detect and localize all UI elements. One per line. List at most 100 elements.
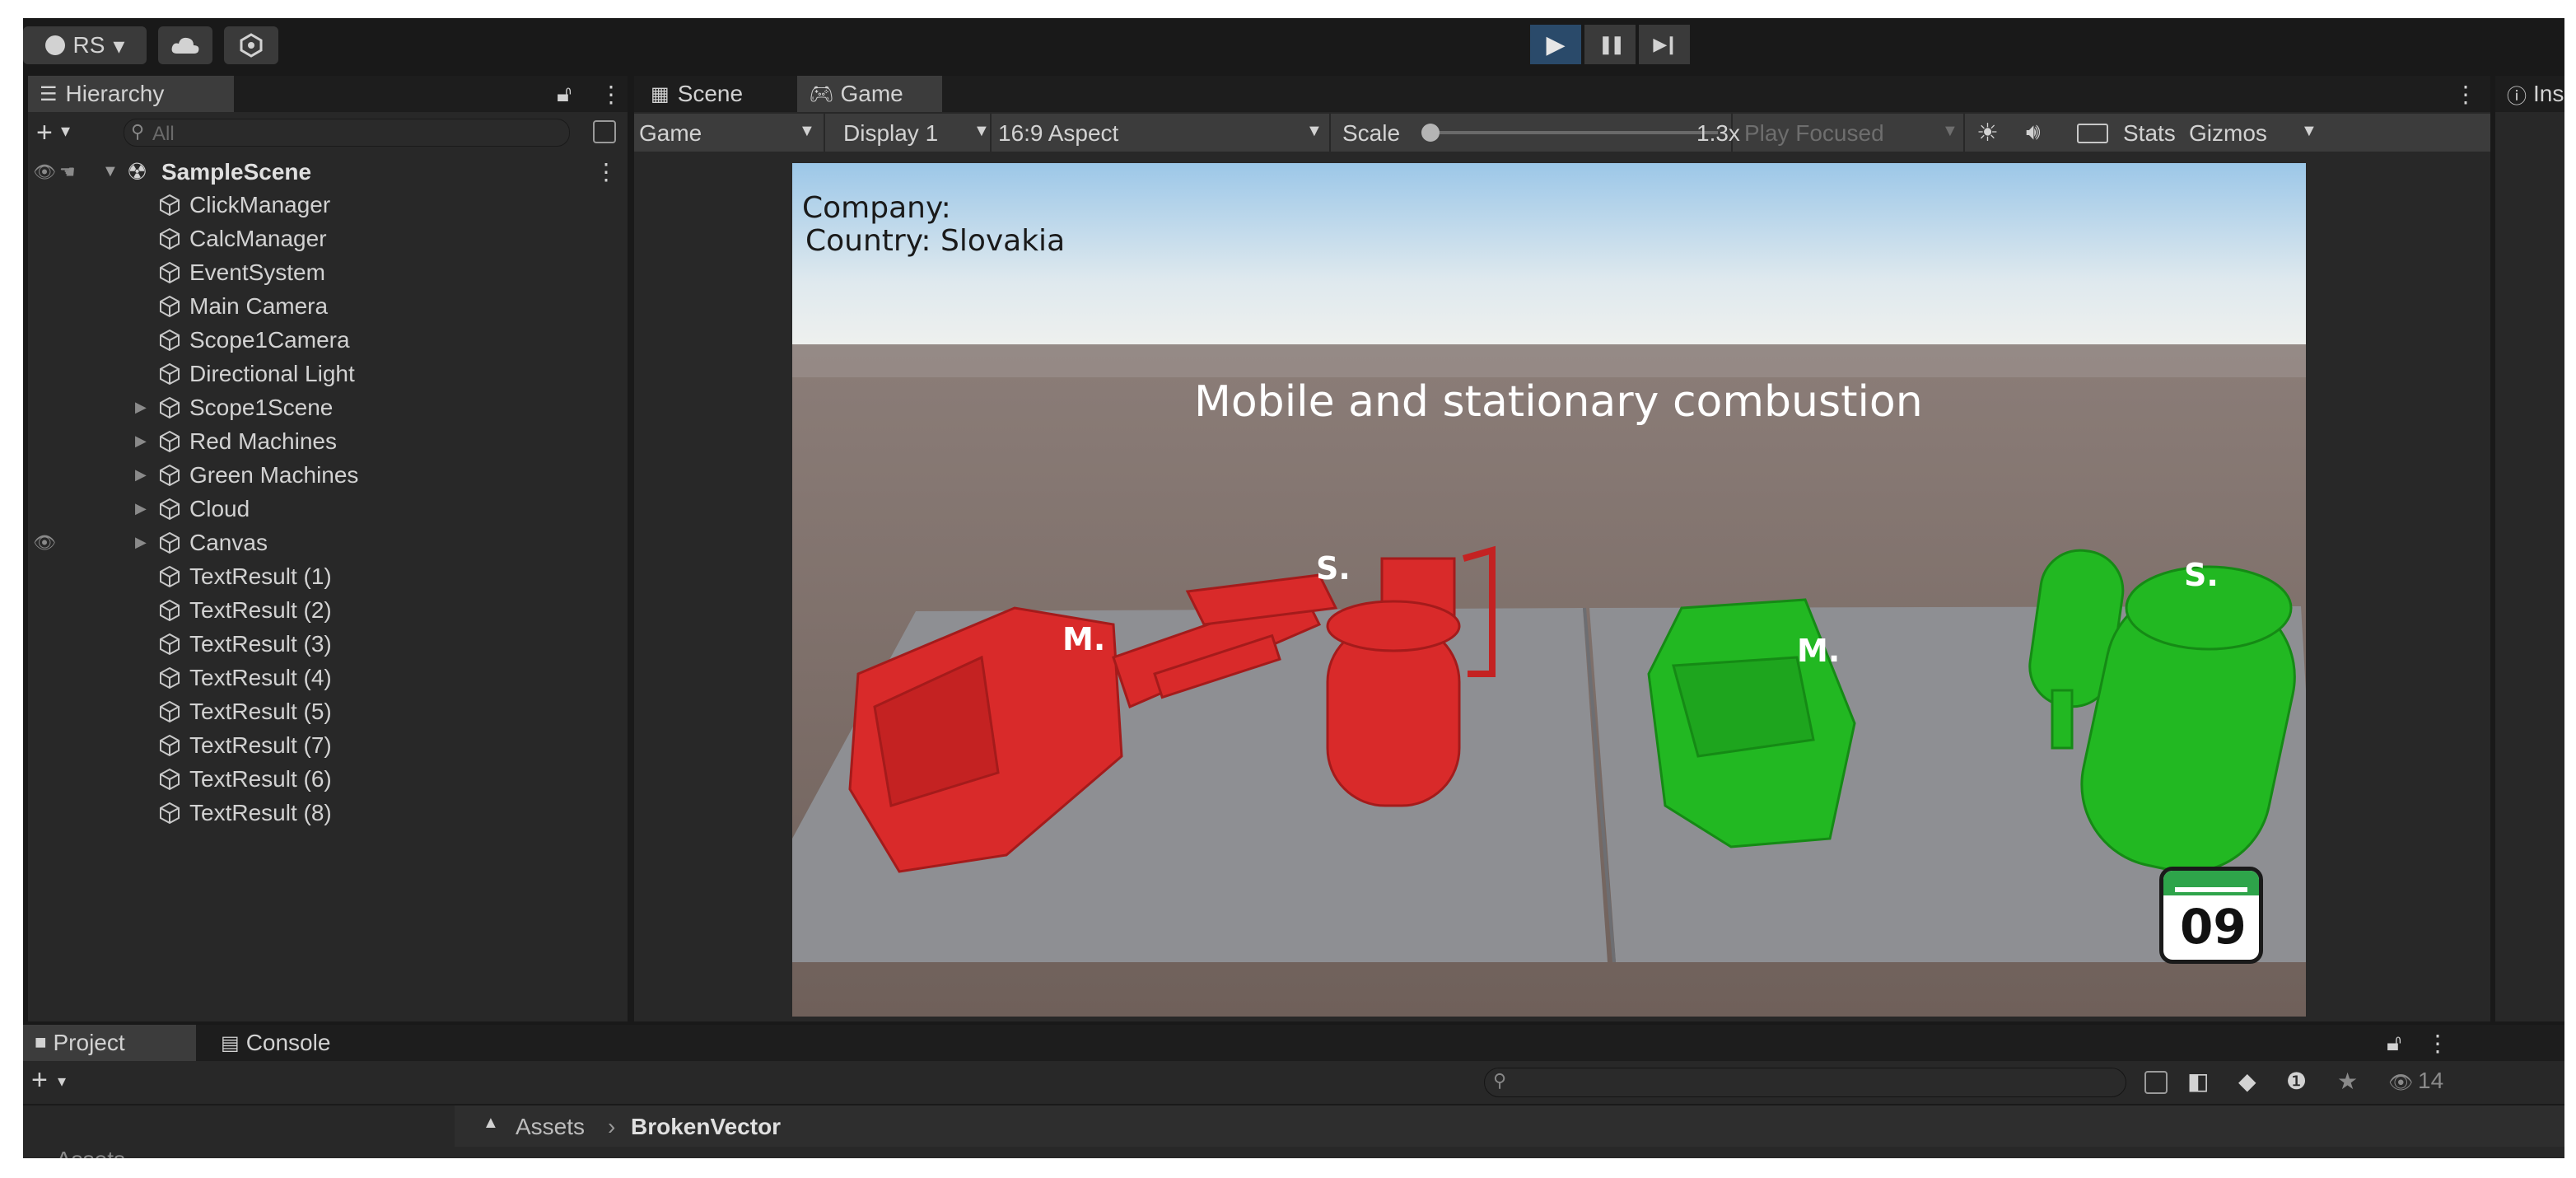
more-icon[interactable]: ⋮ bbox=[2454, 81, 2477, 108]
unity-editor-window: RS ▾ ▶ ❚❚ ▶❙ ☰ Hierarchy 🔓︎ ⋮ + ▾ ⚲ All … bbox=[23, 18, 2564, 1158]
display-dropdown[interactable]: Display 1 ▼ bbox=[827, 114, 992, 152]
chevron-down-icon[interactable]: ▾ bbox=[61, 120, 70, 142]
gizmos-button[interactable]: Gizmos bbox=[2189, 120, 2267, 147]
warning-icon[interactable]: ❶ bbox=[2286, 1068, 2307, 1095]
hierarchy-item[interactable]: CalcManager bbox=[28, 222, 628, 255]
account-button[interactable]: RS ▾ bbox=[23, 26, 147, 64]
hierarchy-item-label: TextResult (5) bbox=[189, 698, 332, 724]
scale-slider-track[interactable] bbox=[1430, 131, 1718, 134]
tab-project[interactable]: ■ Project bbox=[23, 1025, 196, 1061]
hand-icon[interactable]: ☚ bbox=[59, 161, 76, 183]
filter-type-icon[interactable]: ◧ bbox=[2187, 1068, 2209, 1095]
pause-button[interactable]: ❚❚ bbox=[1584, 25, 1636, 64]
calendar-icon[interactable]: 09 bbox=[2159, 867, 2263, 964]
mute-audio-icon[interactable]: 🔊︎ bbox=[2026, 119, 2041, 146]
expand-arrow-icon[interactable]: ▶ bbox=[135, 534, 147, 551]
tab-scene-label: Scene bbox=[677, 81, 744, 106]
breadcrumb-assets[interactable]: Assets bbox=[516, 1114, 585, 1140]
tab-scene[interactable]: ▦ Scene bbox=[639, 76, 792, 112]
expand-arrow-icon[interactable]: ▼ bbox=[102, 162, 119, 181]
breadcrumb-brokenvector[interactable]: BrokenVector bbox=[631, 1114, 781, 1140]
bug-icon[interactable]: ☀︎ bbox=[1976, 119, 1999, 147]
keyboard-icon[interactable] bbox=[2077, 124, 2108, 143]
lock-icon[interactable]: 🔓︎ bbox=[2387, 1030, 2401, 1057]
game-viewport[interactable]: Company: Country: Slovakia Mobile and st… bbox=[792, 163, 2306, 1017]
gizmos-dropdown-icon[interactable]: ▼ bbox=[2301, 122, 2317, 141]
hierarchy-item[interactable]: TextResult (1) bbox=[28, 559, 628, 593]
hierarchy-item[interactable]: Directional Light bbox=[28, 357, 628, 390]
view-mode-dropdown[interactable]: Game ▼ bbox=[634, 114, 825, 152]
hierarchy-item[interactable]: ▶ Green Machines bbox=[28, 458, 628, 492]
hidden-eye-icon[interactable]: 👁︎ bbox=[2388, 1071, 2413, 1095]
expand-arrow-icon[interactable]: ▶ bbox=[135, 466, 147, 484]
add-button[interactable]: + bbox=[36, 117, 53, 149]
hierarchy-item[interactable]: TextResult (6) bbox=[28, 762, 628, 796]
tab-console[interactable]: ▤ Console bbox=[209, 1025, 382, 1061]
hierarchy-item-label: Scope1Camera bbox=[189, 326, 350, 353]
hierarchy-item-label: Main Camera bbox=[189, 292, 329, 319]
search-options-icon[interactable] bbox=[593, 120, 616, 143]
search-options-icon[interactable] bbox=[2144, 1071, 2168, 1094]
search-input[interactable]: ⚲ All bbox=[124, 119, 570, 147]
hierarchy-item[interactable]: TextResult (2) bbox=[28, 593, 628, 627]
hierarchy-item[interactable]: ▶ Cloud bbox=[28, 492, 628, 526]
hierarchy-item[interactable]: EventSystem bbox=[28, 255, 628, 289]
search-icon: ⚲ bbox=[131, 121, 145, 142]
green-stationary-label: S. bbox=[2184, 557, 2219, 593]
hierarchy-item[interactable]: ▶ Red Machines bbox=[28, 424, 628, 458]
scale-slider-handle[interactable] bbox=[1421, 124, 1440, 142]
hierarchy-item-label: Red Machines bbox=[189, 428, 337, 454]
step-button[interactable]: ▶❙ bbox=[1639, 25, 1690, 64]
expand-arrow-icon[interactable]: ▶ bbox=[135, 500, 147, 517]
info-icon: ⓘ bbox=[2507, 85, 2527, 108]
play-mode-dropdown[interactable]: Play Focused ▼ bbox=[1734, 114, 1965, 152]
collab-button[interactable] bbox=[224, 26, 278, 64]
hierarchy-item-label: Green Machines bbox=[189, 461, 359, 488]
hierarchy-item[interactable]: TextResult (5) bbox=[28, 694, 628, 728]
scene-menu-icon[interactable]: ⋮ bbox=[595, 158, 618, 185]
hierarchy-item[interactable]: TextResult (8) bbox=[28, 796, 628, 830]
more-icon[interactable]: ⋮ bbox=[2426, 1030, 2449, 1057]
hierarchy-item[interactable]: Main Camera bbox=[28, 289, 628, 323]
hierarchy-item[interactable]: TextResult (7) bbox=[28, 728, 628, 762]
gameobject-cube-icon bbox=[158, 498, 181, 521]
hierarchy-item[interactable]: ▶ 👁︎ Canvas bbox=[28, 526, 628, 559]
hierarchy-item-label: TextResult (6) bbox=[189, 765, 332, 792]
lock-icon[interactable]: 🔓︎ bbox=[557, 81, 572, 108]
gameobject-cube-icon bbox=[158, 666, 181, 690]
hierarchy-item[interactable]: Scope1Camera bbox=[28, 323, 628, 357]
chevron-down-icon[interactable]: ▾ bbox=[58, 1071, 66, 1092]
expand-arrow-icon[interactable]: ▶ bbox=[135, 432, 147, 450]
play-button[interactable]: ▶ bbox=[1530, 25, 1581, 64]
hierarchy-item-label: EventSystem bbox=[189, 259, 325, 285]
add-button[interactable]: + bbox=[31, 1064, 48, 1096]
hierarchy-item[interactable]: TextResult (4) bbox=[28, 661, 628, 694]
stats-button[interactable]: Stats bbox=[2123, 120, 2176, 147]
aspect-dropdown[interactable]: 16:9 Aspect ▼ bbox=[993, 114, 1331, 152]
hierarchy-item[interactable]: ClickManager bbox=[28, 188, 628, 222]
more-icon[interactable]: ⋮ bbox=[600, 81, 623, 108]
breadcrumb-up-icon[interactable]: ▲ bbox=[483, 1114, 499, 1133]
expand-arrow-icon[interactable]: ▶ bbox=[135, 399, 147, 416]
eye-icon[interactable]: 👁︎ bbox=[33, 532, 56, 554]
eye-icon[interactable]: 👁︎ bbox=[33, 161, 56, 183]
project-search-input[interactable]: ⚲ bbox=[1484, 1068, 2126, 1097]
hierarchy-item[interactable]: ▶ Scope1Scene bbox=[28, 390, 628, 424]
hierarchy-item[interactable]: TextResult (3) bbox=[28, 627, 628, 661]
gameobject-cube-icon bbox=[158, 599, 181, 622]
tab-hierarchy[interactable]: ☰ Hierarchy bbox=[28, 76, 234, 112]
cloud-button[interactable] bbox=[158, 26, 212, 64]
tab-game[interactable]: 🎮︎ Game bbox=[797, 76, 942, 112]
project-tree-root[interactable]: Assets bbox=[56, 1147, 125, 1158]
tab-project-label: Project bbox=[53, 1030, 125, 1055]
tab-inspector[interactable]: ⓘ Insp bbox=[2495, 76, 2564, 112]
label-tag-icon[interactable]: ◆ bbox=[2238, 1068, 2256, 1095]
hierarchy-panel: ☰ Hierarchy 🔓︎ ⋮ + ▾ ⚲ All 👁︎ ☚ ▼ ☢ Samp… bbox=[28, 76, 628, 1021]
pause-icon: ❚❚ bbox=[1598, 34, 1626, 54]
search-icon: ⚲ bbox=[1493, 1070, 1507, 1091]
favorite-star-icon[interactable]: ★ bbox=[2337, 1068, 2358, 1095]
hierarchy-item-label: TextResult (7) bbox=[189, 732, 332, 758]
hierarchy-item-label: ClickManager bbox=[189, 191, 331, 217]
hierarchy-item-label: Directional Light bbox=[189, 360, 355, 386]
scene-row[interactable]: 👁︎ ☚ ▼ ☢ SampleScene ⋮ bbox=[28, 155, 628, 189]
